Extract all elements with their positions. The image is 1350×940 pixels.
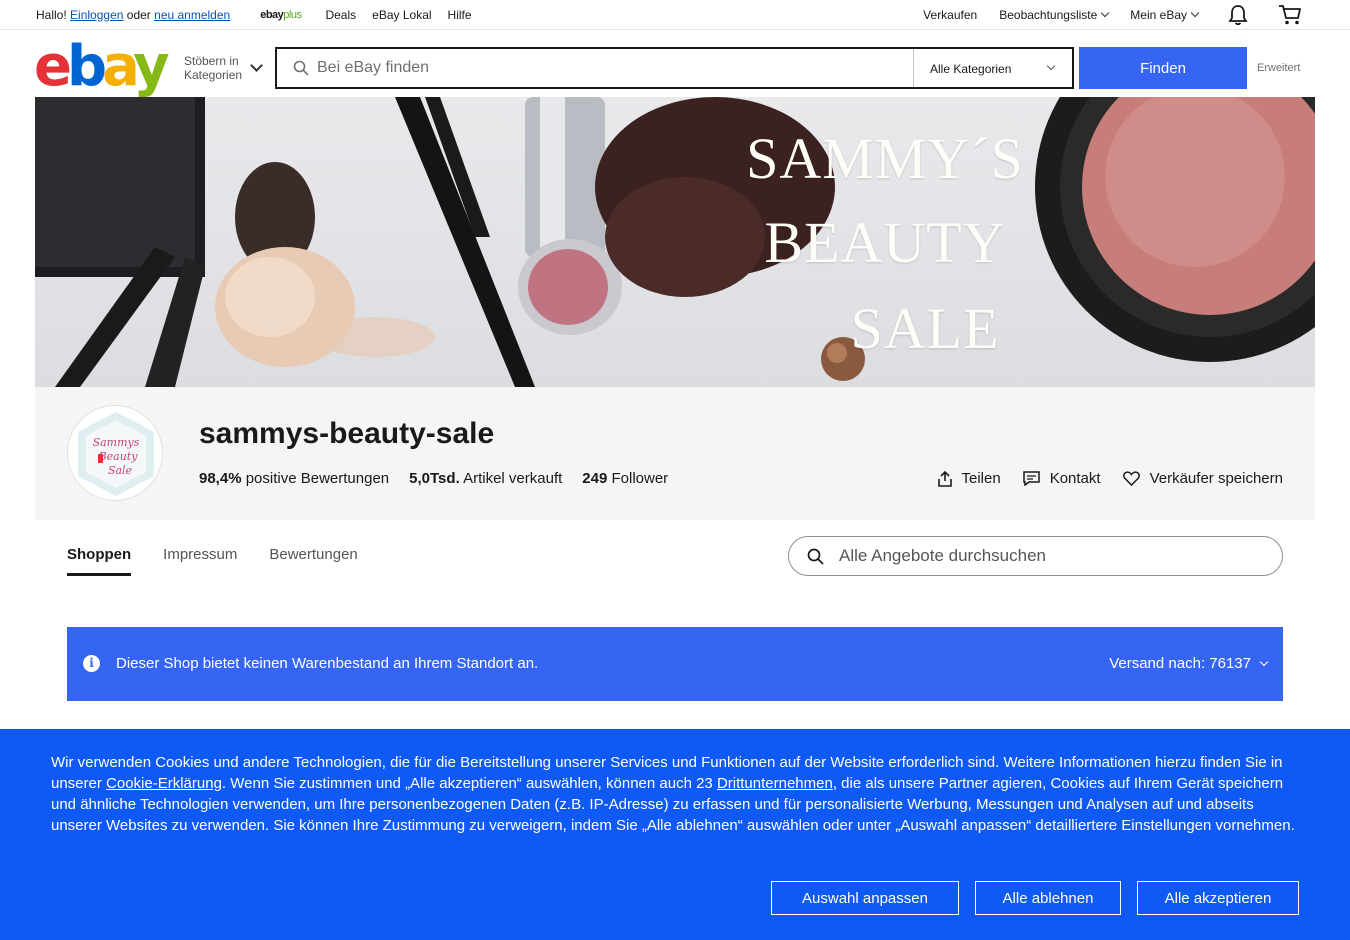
message-icon (1022, 471, 1040, 486)
advanced-search-link[interactable]: Erweitert (1257, 62, 1300, 74)
greeting-text: Hallo! (36, 8, 67, 22)
seller-actions: Teilen Kontakt Verkäufer speichern (916, 470, 1283, 487)
share-icon (937, 470, 952, 487)
category-select[interactable]: Alle Kategorien (913, 49, 1072, 87)
chevron-down-icon (1259, 657, 1269, 666)
followers-stat: 249 Follower (582, 470, 669, 487)
search-input[interactable] (317, 49, 907, 87)
ebayplus-link[interactable]: ebayplus (260, 9, 302, 21)
login-link[interactable]: Einloggen (70, 8, 123, 22)
cart-icon[interactable] (1278, 4, 1302, 26)
cookie-policy-link[interactable]: Cookie-Erklärung (106, 775, 222, 792)
register-link[interactable]: neu anmelden (154, 8, 230, 22)
seller-info-bar: Sammys Beauty Sale sammys-beauty-sale 98… (35, 387, 1315, 520)
top-right-links: Verkaufen Beobachtungsliste Mein eBay (901, 0, 1302, 30)
tab-impressum[interactable]: Impressum (163, 546, 237, 576)
chevron-down-icon (1101, 8, 1110, 18)
find-button[interactable]: Finden (1079, 47, 1247, 89)
store-tabs: Shoppen Impressum Bewertungen (67, 546, 390, 576)
makeup-illustration (35, 97, 1315, 387)
cookie-consent-banner: Wir verwenden Cookies und andere Technol… (0, 729, 1350, 940)
banner-title-line3: SALE (850, 296, 1000, 361)
browse-line1: Stöbern in (184, 54, 239, 68)
or-text: oder (126, 8, 151, 22)
store-search-input[interactable] (839, 537, 1269, 575)
search-icon (293, 60, 309, 76)
save-seller-button[interactable]: Verkäufer speichern (1122, 470, 1283, 487)
seller-stats: 98,4% positive Bewertungen 5,0Tsd. Artik… (199, 470, 688, 487)
store-search-box (788, 536, 1283, 576)
share-label: Teilen (961, 470, 1001, 487)
ship-to-zip: 76137 (1209, 655, 1251, 672)
info-message: Dieser Shop bietet keinen Warenbestand a… (116, 655, 539, 672)
browse-line2: Kategorien (184, 68, 243, 82)
watchlist-label: Beobachtungsliste (999, 8, 1098, 22)
items-sold-stat: 5,0Tsd. Artikel verkauft (409, 470, 563, 487)
svg-text:Beauty: Beauty (98, 450, 139, 463)
contact-label: Kontakt (1049, 470, 1101, 487)
tab-shoppen[interactable]: Shoppen (67, 546, 132, 576)
notification-bell-icon[interactable] (1228, 4, 1248, 26)
contact-button[interactable]: Kontakt (1022, 470, 1101, 487)
watchlist-menu[interactable]: Beobachtungsliste (999, 8, 1110, 22)
global-search-box: Alle Kategorien (275, 47, 1074, 89)
store-avatar: Sammys Beauty Sale (67, 405, 163, 501)
chevron-down-icon (1190, 8, 1200, 18)
shipping-info-banner: i Dieser Shop bietet keinen Warenbestand… (67, 627, 1283, 701)
top-utility-bar: Hallo! Einloggen oder neu anmelden ebayp… (0, 0, 1350, 30)
store-logo-image: Sammys Beauty Sale (78, 412, 154, 496)
reject-all-button[interactable]: Alle ablehnen (975, 881, 1121, 915)
chevron-down-icon (1046, 61, 1056, 71)
banner-title-line1: SAMMY´S (746, 126, 1024, 191)
save-seller-label: Verkäufer speichern (1149, 470, 1283, 487)
store-banner: SAMMY´S BEAUTY SALE (35, 97, 1315, 387)
positive-feedback-stat[interactable]: 98,4% positive Bewertungen (199, 470, 389, 487)
store-name: sammys-beauty-sale (199, 417, 495, 450)
ebay-lokal-link[interactable]: eBay Lokal (372, 8, 431, 22)
sell-link[interactable]: Verkaufen (923, 8, 977, 22)
help-link[interactable]: Hilfe (448, 8, 472, 22)
browse-categories-button[interactable]: Stöbern in Kategorien (184, 54, 242, 82)
accept-all-button[interactable]: Alle akzeptieren (1137, 881, 1299, 915)
top-left-links: Hallo! Einloggen oder neu anmelden ebayp… (36, 8, 472, 22)
ebayplus-brand: ebay (260, 9, 284, 21)
tab-bewertungen[interactable]: Bewertungen (269, 546, 357, 576)
my-ebay-label: Mein eBay (1130, 8, 1187, 22)
info-icon: i (83, 655, 100, 672)
chevron-down-icon[interactable] (250, 59, 263, 72)
share-button[interactable]: Teilen (937, 470, 1001, 487)
ebay-logo[interactable]: ebay (34, 39, 170, 95)
deals-link[interactable]: Deals (325, 8, 356, 22)
my-ebay-menu[interactable]: Mein eBay (1130, 8, 1200, 22)
banner-title-line2: BEAUTY (764, 210, 1006, 275)
ship-to-label: Versand nach: (1109, 655, 1206, 672)
ebayplus-suffix: plus (283, 9, 302, 21)
category-select-value: Alle Kategorien (930, 62, 1012, 76)
third-parties-link[interactable]: Drittunternehmen (717, 775, 833, 792)
main-header: ebay Stöbern in Kategorien Alle Kategori… (0, 31, 1350, 97)
svg-text:Sammys: Sammys (93, 436, 140, 449)
cookie-text: Wir verwenden Cookies und andere Technol… (51, 754, 1295, 834)
customize-selection-button[interactable]: Auswahl anpassen (771, 881, 959, 915)
search-icon (807, 548, 824, 565)
heart-icon (1122, 471, 1140, 486)
ship-to-selector[interactable]: Versand nach: 76137 (1109, 655, 1269, 672)
svg-text:Sale: Sale (108, 464, 133, 477)
